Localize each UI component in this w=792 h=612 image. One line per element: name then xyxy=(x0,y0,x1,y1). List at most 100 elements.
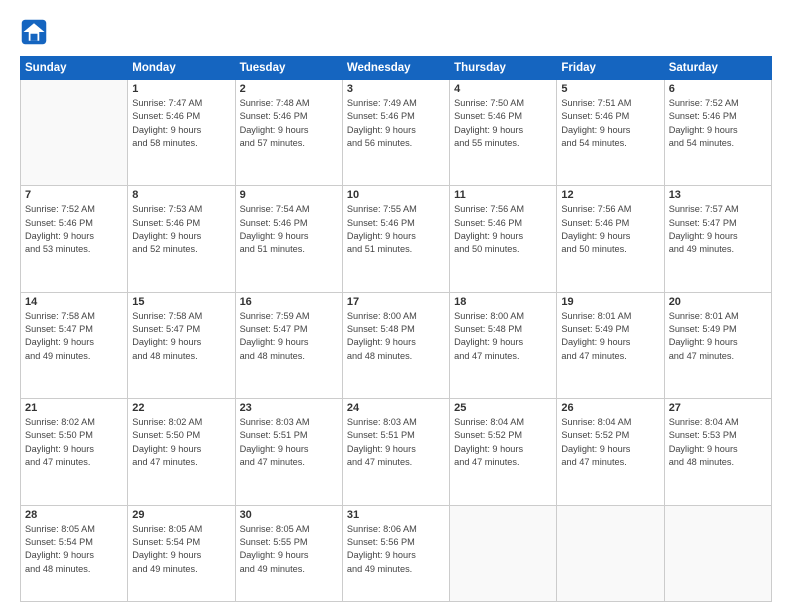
day-cell: 30Sunrise: 8:05 AMSunset: 5:55 PMDayligh… xyxy=(235,505,342,602)
weekday-header-sunday: Sunday xyxy=(21,57,128,80)
day-number: 6 xyxy=(669,83,767,95)
day-detail: Sunrise: 7:49 AMSunset: 5:46 PMDaylight:… xyxy=(347,97,445,150)
day-number: 9 xyxy=(240,189,338,201)
day-cell: 8 Sunrise: 7:53 AMSunset: 5:46 PMDaylight… xyxy=(128,186,235,292)
week-row-3: 21 Sunrise: 8:02 AMSunset: 5:50 PMDayligh… xyxy=(21,399,772,505)
day-cell: 26 Sunrise: 8:04 AMSunset: 5:52 PMDayligh… xyxy=(557,399,664,505)
day-cell: 4 Sunrise: 7:50 AMSunset: 5:46 PMDaylight… xyxy=(450,80,557,186)
header xyxy=(20,18,772,46)
logo-icon xyxy=(20,18,48,46)
day-number: 21 xyxy=(25,402,123,414)
day-cell: 10 Sunrise: 7:55 AMSunset: 5:46 PMDayligh… xyxy=(342,186,449,292)
day-cell: 11 Sunrise: 7:56 AMSunset: 5:46 PMDayligh… xyxy=(450,186,557,292)
day-detail: Sunrise: 8:03 AMSunset: 5:51 PMDaylight:… xyxy=(347,416,445,469)
week-row-0: 1 Sunrise: 7:47 AMSunset: 5:46 PMDaylight… xyxy=(21,80,772,186)
day-number: 30 xyxy=(240,509,338,521)
day-cell: 7 Sunrise: 7:52 AMSunset: 5:46 PMDaylight… xyxy=(21,186,128,292)
day-detail: Sunrise: 7:50 AMSunset: 5:46 PMDaylight:… xyxy=(454,97,552,150)
day-number: 8 xyxy=(132,189,230,201)
day-number: 3 xyxy=(347,83,445,95)
day-detail: Sunrise: 8:00 AMSunset: 5:48 PMDaylight:… xyxy=(347,310,445,363)
day-number: 12 xyxy=(561,189,659,201)
page: SundayMondayTuesdayWednesdayThursdayFrid… xyxy=(0,0,792,612)
day-number: 26 xyxy=(561,402,659,414)
day-detail: Sunrise: 8:04 AMSunset: 5:52 PMDaylight:… xyxy=(454,416,552,469)
weekday-header-saturday: Saturday xyxy=(664,57,771,80)
day-detail: Sunrise: 8:01 AMSunset: 5:49 PMDaylight:… xyxy=(561,310,659,363)
day-number: 5 xyxy=(561,83,659,95)
day-detail: Sunrise: 8:04 AMSunset: 5:52 PMDaylight:… xyxy=(561,416,659,469)
weekday-header-wednesday: Wednesday xyxy=(342,57,449,80)
day-number: 10 xyxy=(347,189,445,201)
day-cell: 13 Sunrise: 7:57 AMSunset: 5:47 PMDayligh… xyxy=(664,186,771,292)
day-cell: 2 Sunrise: 7:48 AMSunset: 5:46 PMDaylight… xyxy=(235,80,342,186)
day-cell: 29Sunrise: 8:05 AMSunset: 5:54 PMDayligh… xyxy=(128,505,235,602)
day-cell: 1 Sunrise: 7:47 AMSunset: 5:46 PMDaylight… xyxy=(128,80,235,186)
day-detail: Sunrise: 7:58 AMSunset: 5:47 PMDaylight:… xyxy=(132,310,230,363)
day-cell: 17 Sunrise: 8:00 AMSunset: 5:48 PMDayligh… xyxy=(342,292,449,398)
day-detail: Sunrise: 7:48 AMSunset: 5:46 PMDaylight:… xyxy=(240,97,338,150)
day-detail: Sunrise: 7:57 AMSunset: 5:47 PMDaylight:… xyxy=(669,203,767,256)
day-cell: 18 Sunrise: 8:00 AMSunset: 5:48 PMDayligh… xyxy=(450,292,557,398)
day-cell: 3 Sunrise: 7:49 AMSunset: 5:46 PMDaylight… xyxy=(342,80,449,186)
weekday-header-row: SundayMondayTuesdayWednesdayThursdayFrid… xyxy=(21,57,772,80)
day-cell: 9 Sunrise: 7:54 AMSunset: 5:46 PMDaylight… xyxy=(235,186,342,292)
day-number: 17 xyxy=(347,296,445,308)
day-detail: Sunrise: 8:01 AMSunset: 5:49 PMDaylight:… xyxy=(669,310,767,363)
day-number: 20 xyxy=(669,296,767,308)
day-number: 11 xyxy=(454,189,552,201)
day-cell: 12Sunrise: 7:56 AMSunset: 5:46 PMDayligh… xyxy=(557,186,664,292)
day-detail: Sunrise: 7:58 AMSunset: 5:47 PMDaylight:… xyxy=(25,310,123,363)
day-cell: 24 Sunrise: 8:03 AMSunset: 5:51 PMDayligh… xyxy=(342,399,449,505)
day-number: 2 xyxy=(240,83,338,95)
day-cell: 21 Sunrise: 8:02 AMSunset: 5:50 PMDayligh… xyxy=(21,399,128,505)
day-detail: Sunrise: 8:00 AMSunset: 5:48 PMDaylight:… xyxy=(454,310,552,363)
day-cell xyxy=(557,505,664,602)
day-number: 27 xyxy=(669,402,767,414)
day-number: 7 xyxy=(25,189,123,201)
day-cell xyxy=(21,80,128,186)
weekday-header-thursday: Thursday xyxy=(450,57,557,80)
day-detail: Sunrise: 8:02 AMSunset: 5:50 PMDaylight:… xyxy=(132,416,230,469)
day-detail: Sunrise: 8:05 AMSunset: 5:54 PMDaylight:… xyxy=(132,523,230,576)
day-cell: 19 Sunrise: 8:01 AMSunset: 5:49 PMDayligh… xyxy=(557,292,664,398)
day-detail: Sunrise: 7:53 AMSunset: 5:46 PMDaylight:… xyxy=(132,203,230,256)
day-detail: Sunrise: 7:52 AMSunset: 5:46 PMDaylight:… xyxy=(25,203,123,256)
day-detail: Sunrise: 8:02 AMSunset: 5:50 PMDaylight:… xyxy=(25,416,123,469)
day-number: 18 xyxy=(454,296,552,308)
day-cell: 15Sunrise: 7:58 AMSunset: 5:47 PMDayligh… xyxy=(128,292,235,398)
day-detail: Sunrise: 8:03 AMSunset: 5:51 PMDaylight:… xyxy=(240,416,338,469)
day-detail: Sunrise: 7:47 AMSunset: 5:46 PMDaylight:… xyxy=(132,97,230,150)
day-number: 1 xyxy=(132,83,230,95)
day-cell xyxy=(664,505,771,602)
day-detail: Sunrise: 7:56 AMSunset: 5:46 PMDaylight:… xyxy=(454,203,552,256)
week-row-4: 28 Sunrise: 8:05 AMSunset: 5:54 PMDayligh… xyxy=(21,505,772,602)
day-detail: Sunrise: 7:59 AMSunset: 5:47 PMDaylight:… xyxy=(240,310,338,363)
day-number: 4 xyxy=(454,83,552,95)
day-number: 24 xyxy=(347,402,445,414)
day-cell: 20 Sunrise: 8:01 AMSunset: 5:49 PMDayligh… xyxy=(664,292,771,398)
day-detail: Sunrise: 8:04 AMSunset: 5:53 PMDaylight:… xyxy=(669,416,767,469)
day-detail: Sunrise: 7:54 AMSunset: 5:46 PMDaylight:… xyxy=(240,203,338,256)
day-number: 31 xyxy=(347,509,445,521)
calendar: SundayMondayTuesdayWednesdayThursdayFrid… xyxy=(20,56,772,602)
day-cell: 5 Sunrise: 7:51 AMSunset: 5:46 PMDaylight… xyxy=(557,80,664,186)
day-number: 25 xyxy=(454,402,552,414)
day-detail: Sunrise: 8:05 AMSunset: 5:54 PMDaylight:… xyxy=(25,523,123,576)
week-row-1: 7 Sunrise: 7:52 AMSunset: 5:46 PMDaylight… xyxy=(21,186,772,292)
day-number: 23 xyxy=(240,402,338,414)
day-cell: 27 Sunrise: 8:04 AMSunset: 5:53 PMDayligh… xyxy=(664,399,771,505)
day-detail: Sunrise: 7:55 AMSunset: 5:46 PMDaylight:… xyxy=(347,203,445,256)
weekday-header-tuesday: Tuesday xyxy=(235,57,342,80)
day-number: 28 xyxy=(25,509,123,521)
day-detail: Sunrise: 8:06 AMSunset: 5:56 PMDaylight:… xyxy=(347,523,445,576)
day-cell xyxy=(450,505,557,602)
day-detail: Sunrise: 7:51 AMSunset: 5:46 PMDaylight:… xyxy=(561,97,659,150)
day-cell: 22Sunrise: 8:02 AMSunset: 5:50 PMDayligh… xyxy=(128,399,235,505)
day-number: 19 xyxy=(561,296,659,308)
day-number: 13 xyxy=(669,189,767,201)
day-number: 14 xyxy=(25,296,123,308)
weekday-header-friday: Friday xyxy=(557,57,664,80)
week-row-2: 14 Sunrise: 7:58 AMSunset: 5:47 PMDayligh… xyxy=(21,292,772,398)
day-cell: 14 Sunrise: 7:58 AMSunset: 5:47 PMDayligh… xyxy=(21,292,128,398)
